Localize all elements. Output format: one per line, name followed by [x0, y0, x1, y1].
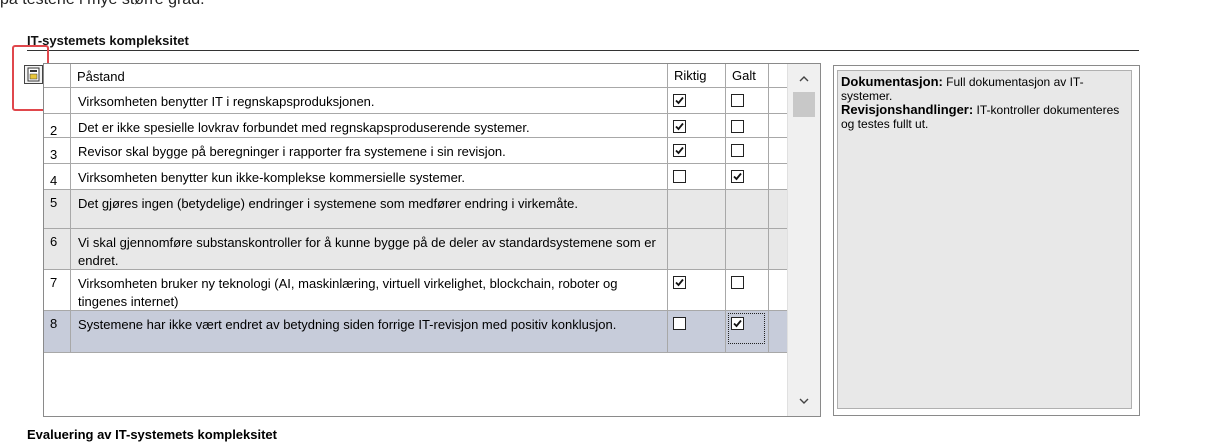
row-number: 3: [44, 138, 71, 164]
false-cell: [726, 114, 769, 138]
correct-cell: [668, 190, 726, 229]
row-number: 4: [44, 164, 71, 190]
row-statement: Revisor skal bygge på beregninger i rapp…: [71, 138, 668, 164]
header-correct: Riktig: [668, 64, 726, 88]
header-spacer: [769, 64, 787, 88]
row-statement: Virksomheten benytter IT i regnskapsprod…: [71, 88, 668, 114]
row-spacer: [769, 114, 787, 138]
false-cell: [726, 270, 769, 311]
correct-checkbox[interactable]: [673, 94, 686, 107]
correct-checkbox[interactable]: [673, 144, 686, 157]
evaluation-section-title: Evaluering av IT-systemets kompleksitet: [27, 427, 277, 442]
vertical-scrollbar[interactable]: [787, 64, 820, 416]
header-statement: Påstand: [71, 64, 668, 88]
false-cell: [726, 229, 769, 270]
correct-checkbox[interactable]: [673, 120, 686, 133]
statement-table: Påstand Riktig Galt Virksomheten benytter I…: [43, 63, 821, 417]
false-checkbox[interactable]: [731, 120, 744, 133]
correct-cell: [668, 311, 726, 353]
false-checkbox[interactable]: [731, 170, 744, 183]
correct-checkbox[interactable]: [673, 317, 686, 330]
section-divider: [27, 50, 1139, 51]
row-statement: Vi skal gjennomføre substanskontroller f…: [71, 229, 668, 270]
row-spacer: [769, 270, 787, 311]
table-header: Påstand Riktig Galt: [44, 64, 787, 88]
row-number: 7: [44, 270, 71, 311]
chevron-down-icon[interactable]: [798, 395, 810, 407]
table-row[interactable]: 6 Vi skal gjennomføre substanskontroller …: [44, 229, 787, 270]
audit-actions-label: Revisjonshandlinger:: [841, 102, 974, 117]
row-spacer: [769, 164, 787, 190]
row-number: 6: [44, 229, 71, 270]
section-title: IT-systemets kompleksitet: [27, 33, 189, 48]
table-row[interactable]: 7 Virksomheten bruker ny teknologi (AI, m…: [44, 270, 787, 311]
row-statement: Det er ikke spesielle lovkrav forbundet …: [71, 114, 668, 138]
correct-cell: [668, 114, 726, 138]
table-row[interactable]: 2 Det er ikke spesielle lovkrav forbundet…: [44, 114, 787, 138]
row-statement: Virksomheten bruker ny teknologi (AI, ma…: [71, 270, 668, 311]
correct-cell: [668, 138, 726, 164]
header-number: [44, 64, 71, 88]
row-statement: Virksomheten benytter kun ikke-komplekse…: [71, 164, 668, 190]
false-cell: [726, 190, 769, 229]
row-spacer: [769, 190, 787, 229]
correct-cell: [668, 229, 726, 270]
table-row[interactable]: Virksomheten benytter IT i regnskapsprod…: [44, 88, 787, 114]
false-checkbox[interactable]: [731, 276, 744, 289]
row-number: 8: [44, 311, 71, 353]
correct-checkbox[interactable]: [673, 276, 686, 289]
documentation-label: Dokumentasjon:: [841, 74, 943, 89]
table-row[interactable]: 3 Revisor skal bygge på beregninger i rap…: [44, 138, 787, 164]
row-number: 5: [44, 190, 71, 229]
row-spacer: [769, 311, 787, 353]
info-text-area: Dokumentasjon: Full dokumentasjon av IT-…: [837, 70, 1132, 409]
false-checkbox[interactable]: [731, 144, 744, 157]
cell-focus-outline: [728, 313, 765, 344]
info-panel: Dokumentasjon: Full dokumentasjon av IT-…: [833, 65, 1140, 416]
correct-checkbox[interactable]: [673, 170, 686, 183]
row-spacer: [769, 88, 787, 114]
table-row[interactable]: 5 Det gjøres ingen (betydelige) endringer…: [44, 190, 787, 229]
row-number: 2: [44, 114, 71, 138]
row-statement: Systemene har ikke vært endret av betydn…: [71, 311, 668, 353]
correct-cell: [668, 88, 726, 114]
row-statement: Det gjøres ingen (betydelige) endringer …: [71, 190, 668, 229]
false-cell: [726, 164, 769, 190]
header-false: Galt: [726, 64, 769, 88]
correct-cell: [668, 270, 726, 311]
correct-cell: [668, 164, 726, 190]
chevron-up-icon[interactable]: [798, 73, 810, 85]
table-row[interactable]: 8 Systemene har ikke vært endret av betyd…: [44, 311, 787, 353]
row-spacer: [769, 229, 787, 270]
scrollbar-thumb[interactable]: [793, 92, 815, 117]
false-cell: [726, 138, 769, 164]
false-cell: [726, 88, 769, 114]
top-text-fragment: på testene i mye større grad.: [0, 0, 205, 9]
table-row[interactable]: 4 Virksomheten benytter kun ikke-kompleks…: [44, 164, 787, 190]
row-spacer: [769, 138, 787, 164]
false-checkbox[interactable]: [731, 94, 744, 107]
row-number: [44, 88, 71, 114]
